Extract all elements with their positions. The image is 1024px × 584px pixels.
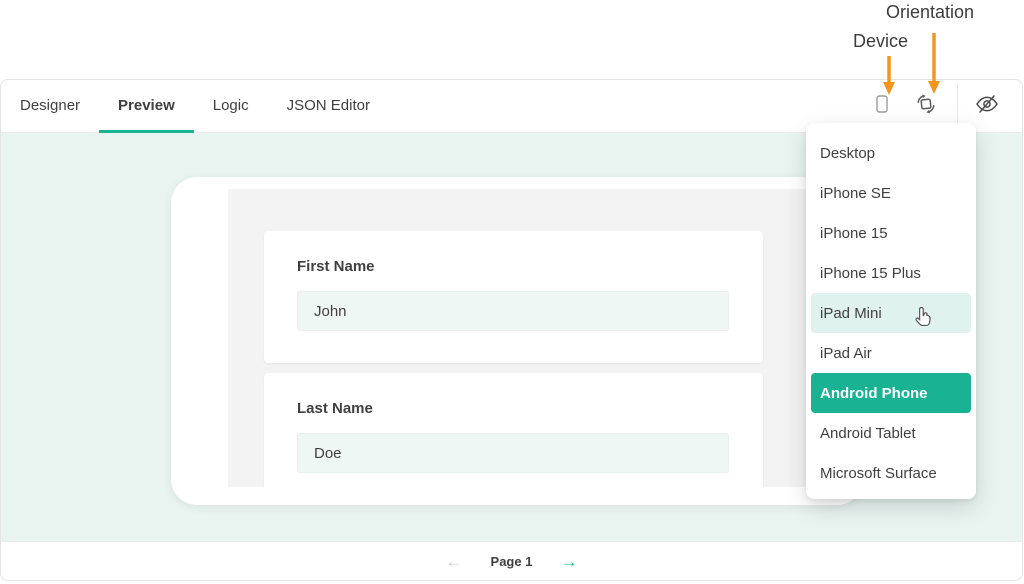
orientation-annotation-arrow-icon bbox=[926, 33, 942, 100]
tab-preview[interactable]: Preview bbox=[99, 80, 194, 133]
device-annotation-arrow-icon bbox=[881, 56, 897, 101]
device-screen: First Name Last Name bbox=[228, 189, 806, 487]
previous-page-arrow-icon[interactable]: ← bbox=[446, 553, 463, 570]
menu-item-iphone-15[interactable]: iPhone 15 bbox=[806, 213, 976, 253]
menu-item-iphone-15-plus[interactable]: iPhone 15 Plus bbox=[806, 253, 976, 293]
tab-json-editor[interactable]: JSON Editor bbox=[268, 80, 389, 133]
last-name-label: Last Name bbox=[297, 400, 373, 417]
tab-designer[interactable]: Designer bbox=[1, 80, 99, 133]
menu-item-ipad-mini[interactable]: iPad Mini bbox=[811, 293, 971, 333]
menu-item-android-phone[interactable]: Android Phone bbox=[811, 373, 971, 413]
first-name-input[interactable] bbox=[297, 291, 729, 331]
device-dropdown-menu: Desktop iPhone SE iPhone 15 iPhone 15 Pl… bbox=[806, 123, 976, 499]
device-frame: First Name Last Name bbox=[171, 177, 863, 505]
menu-item-ipad-air[interactable]: iPad Air bbox=[806, 333, 976, 373]
device-annotation-label: Device bbox=[853, 31, 909, 51]
tab-logic[interactable]: Logic bbox=[194, 80, 268, 133]
preview-pagination: ← Page 1 → bbox=[1, 541, 1022, 580]
menu-item-microsoft-surface[interactable]: Microsoft Surface bbox=[806, 453, 976, 493]
question-card-first-name: First Name bbox=[264, 231, 763, 363]
menu-item-android-tablet[interactable]: Android Tablet bbox=[806, 413, 976, 453]
menu-item-desktop[interactable]: Desktop bbox=[806, 133, 976, 173]
first-name-label: First Name bbox=[297, 258, 375, 275]
next-page-arrow-icon[interactable]: → bbox=[560, 553, 577, 570]
menu-item-iphone-se[interactable]: iPhone SE bbox=[806, 173, 976, 213]
question-card-last-name: Last Name bbox=[264, 373, 763, 487]
page-indicator: Page 1 bbox=[490, 553, 533, 569]
last-name-input[interactable] bbox=[297, 433, 729, 473]
eye-slash-icon bbox=[974, 91, 1000, 122]
orientation-annotation-label: Orientation bbox=[886, 2, 975, 22]
